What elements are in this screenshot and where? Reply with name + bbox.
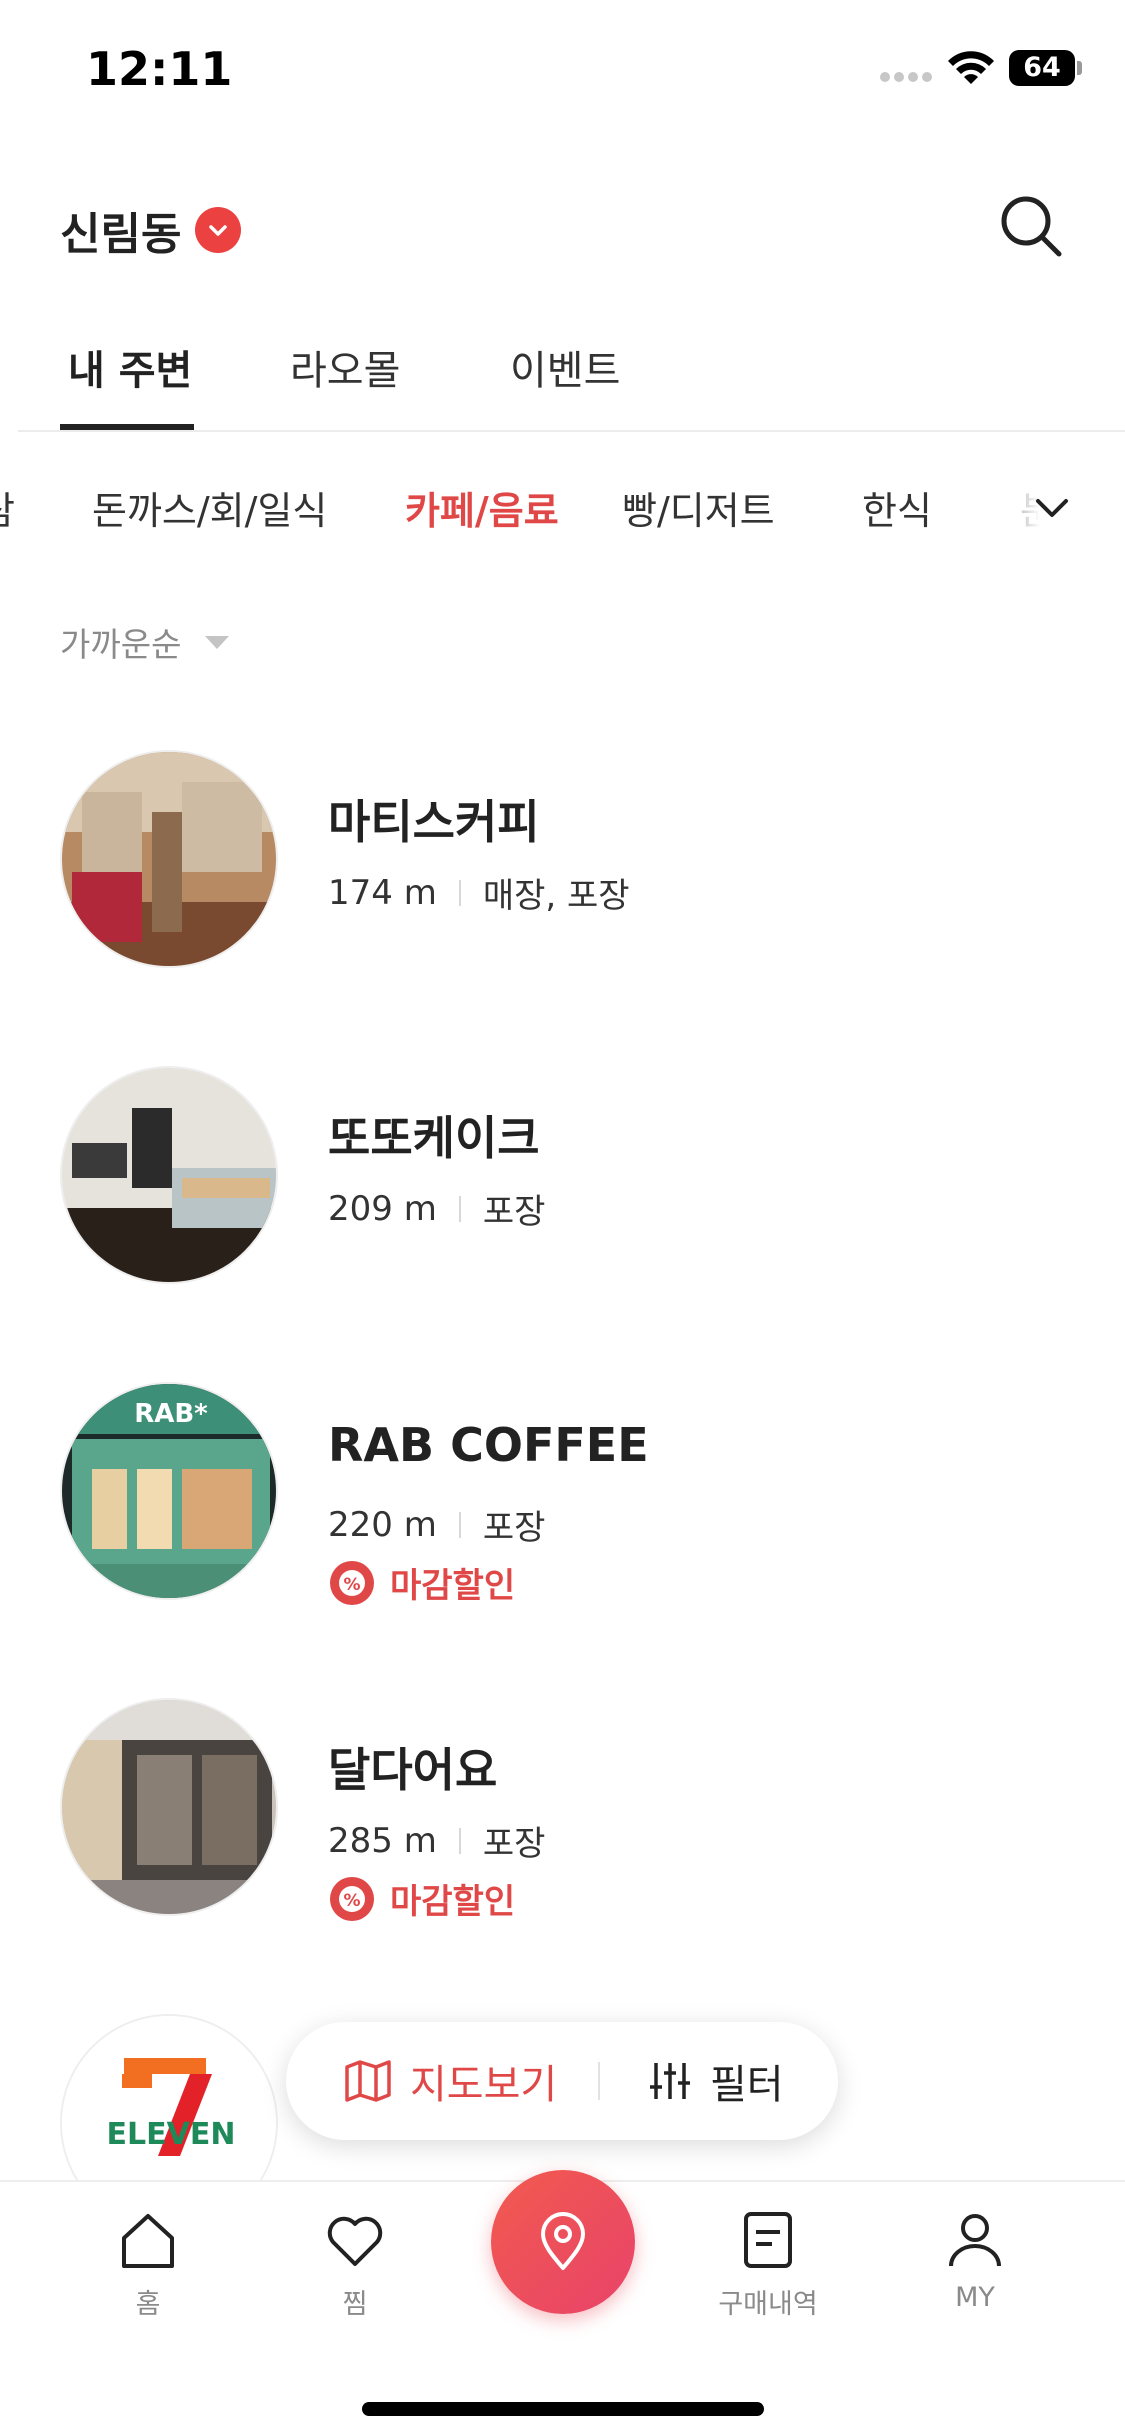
- filter-sliders-icon: [650, 2063, 690, 2099]
- nav-location-button[interactable]: [491, 2170, 635, 2314]
- chevron-down-icon[interactable]: [1030, 486, 1074, 530]
- meta-divider: [458, 1827, 461, 1854]
- store-service: 포장: [482, 1824, 546, 1864]
- category-row: 삼 돈까스/회/일식 카페/음료 빵/디저트 한식 분: [0, 470, 1125, 550]
- svg-text:%: %: [343, 1575, 360, 1595]
- category-item[interactable]: 돈까스/회/일식: [92, 480, 327, 535]
- store-distance: 209 m: [328, 1188, 437, 1229]
- store-distance: 220 m: [328, 1504, 437, 1545]
- category-item[interactable]: 빵/디저트: [622, 480, 775, 535]
- battery-cap: [1077, 61, 1082, 75]
- nav-purchases[interactable]: 구매내역: [688, 2208, 848, 2338]
- location-selector[interactable]: 신림동: [60, 198, 242, 262]
- store-thumbnail: RAB*: [60, 1382, 278, 1600]
- cellular-signal-icon: [880, 72, 932, 82]
- person-icon: [949, 2214, 1001, 2267]
- battery-indicator: 64: [1009, 50, 1075, 86]
- map-view-label: 지도보기: [410, 2062, 558, 2108]
- home-indicator: [362, 2402, 764, 2416]
- nav-my[interactable]: MY: [895, 2208, 1055, 2338]
- store-service: 매장, 포장: [482, 876, 630, 916]
- store-service: 포장: [482, 1192, 546, 1232]
- store-distance: 174 m: [328, 872, 437, 913]
- category-item-cafe[interactable]: 카페/음료: [405, 480, 559, 535]
- store-service: 포장: [482, 1508, 546, 1548]
- store-name: RAB COFFEE: [328, 1418, 649, 1472]
- store-name: 달다어요: [328, 1743, 498, 1797]
- category-item[interactable]: 삼: [0, 480, 15, 535]
- svg-text:%: %: [343, 1891, 360, 1911]
- nav-my-label: MY: [955, 2282, 995, 2313]
- store-item[interactable]: 또또케이크 209 m 포장: [60, 1066, 1060, 1286]
- caret-down-icon: [205, 635, 230, 649]
- store-distance: 285 m: [328, 1820, 437, 1861]
- store-thumbnail: [60, 750, 278, 968]
- tab-nearby[interactable]: 내 주변: [68, 338, 192, 396]
- location-pin-icon: [541, 2212, 585, 2270]
- chevron-down-icon: [195, 207, 242, 253]
- pill-divider: [598, 2062, 600, 2100]
- store-item[interactable]: 마티스커피 174 m 매장, 포장: [60, 750, 1060, 970]
- status-bar: 12:11 64: [0, 0, 1125, 140]
- nav-purchases-label: 구매내역: [718, 2289, 818, 2320]
- filter-button[interactable]: 필터: [646, 2022, 784, 2140]
- tab-raomall[interactable]: 라오몰: [290, 338, 400, 396]
- meta-divider: [458, 879, 461, 906]
- discount-icon: %: [330, 1560, 374, 1605]
- map-view-button[interactable]: 지도보기: [342, 2022, 557, 2140]
- sort-label: 가까운순: [60, 625, 182, 664]
- status-time: 12:11: [86, 42, 233, 96]
- search-icon[interactable]: [995, 190, 1067, 262]
- main-tabs: 내 주변 라오몰 이벤트: [18, 330, 1125, 432]
- category-item[interactable]: 한식: [862, 480, 932, 535]
- sort-dropdown[interactable]: 가까운순: [60, 618, 230, 666]
- filter-label: 필터: [710, 2062, 784, 2108]
- discount-badge: % 마감할인: [328, 1558, 515, 1607]
- store-thumbnail: [60, 1698, 278, 1916]
- meta-divider: [458, 1195, 461, 1222]
- store-meta: 285 m 포장: [328, 1816, 545, 1865]
- tab-events[interactable]: 이벤트: [510, 338, 620, 396]
- svg-text:RAB*: RAB*: [134, 1399, 208, 1429]
- store-name: 또또케이크: [328, 1111, 540, 1165]
- store-item[interactable]: 달다어요 285 m 포장 % 마감할인: [60, 1698, 1060, 1922]
- top-header: 신림동: [0, 180, 1125, 270]
- discount-badge: % 마감할인: [328, 1874, 515, 1923]
- store-meta: 209 m 포장: [328, 1184, 545, 1233]
- bottom-nav: 홈 찜 구매내역 MY: [0, 2170, 1125, 2436]
- location-label: 신림동: [60, 209, 182, 260]
- heart-icon: [327, 2216, 383, 2266]
- discount-label: 마감할인: [390, 1882, 516, 1922]
- nav-favorites[interactable]: 찜: [275, 2208, 435, 2338]
- wifi-icon: [948, 51, 994, 84]
- floating-action-bar: 지도보기 필터: [286, 2022, 838, 2140]
- nav-home[interactable]: 홈: [68, 2208, 228, 2338]
- nav-favorites-label: 찜: [342, 2289, 368, 2320]
- active-tab-indicator: [60, 424, 194, 430]
- meta-divider: [458, 1511, 461, 1538]
- store-thumbnail: [60, 1066, 278, 1284]
- store-item[interactable]: RAB* RAB COFFEE 220 m 포장 % 마감할인: [60, 1382, 1060, 1606]
- map-icon: [345, 2060, 391, 2102]
- receipt-icon: [744, 2212, 792, 2268]
- discount-icon: %: [330, 1876, 374, 1921]
- store-name: 마티스커피: [328, 795, 540, 849]
- store-meta: 220 m 포장: [328, 1500, 545, 1549]
- home-icon: [122, 2214, 174, 2268]
- svg-text:ELEVEN: ELEVEN: [107, 2117, 236, 2152]
- store-meta: 174 m 매장, 포장: [328, 868, 630, 917]
- discount-label: 마감할인: [390, 1566, 516, 1606]
- nav-home-label: 홈: [135, 2289, 161, 2320]
